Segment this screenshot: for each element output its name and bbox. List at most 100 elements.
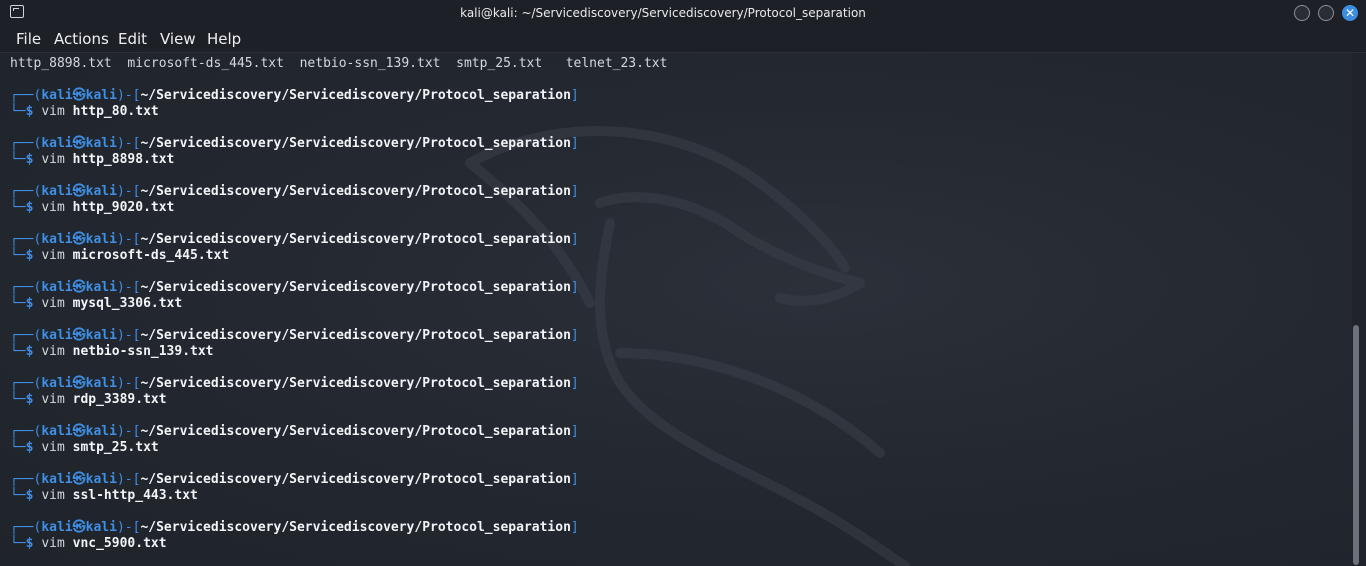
command-argument: smtp_25.txt — [72, 440, 159, 455]
command-argument: rdp_3389.txt — [72, 392, 167, 407]
command-name: vim — [41, 200, 65, 215]
menu-bar: File Actions Edit View Help — [0, 26, 1366, 53]
command-line: └─$ vim netbio-ssn_139.txt — [10, 344, 214, 360]
command-name: vim — [41, 152, 65, 167]
command-name: vim — [41, 104, 65, 119]
command-argument: http_9020.txt — [72, 200, 175, 215]
prompt-path: ~/Servicediscovery/Servicediscovery/Prot… — [140, 88, 571, 103]
command-name: vim — [41, 536, 65, 551]
scrollbar-thumb[interactable] — [1353, 325, 1359, 565]
prompt-dollar: $ — [25, 440, 34, 455]
prompt-dollar: $ — [25, 152, 34, 167]
prompt-corner: ┌──( — [10, 520, 42, 535]
prompt-corner-bottom: └─ — [10, 248, 26, 263]
prompt-at-symbol: ㉿ — [72, 136, 86, 151]
prompt-at-symbol: ㉿ — [72, 472, 86, 487]
prompt-bracket-close: ] — [570, 472, 579, 487]
menu-view[interactable]: View — [160, 26, 196, 52]
prompt-bracket-close: ] — [570, 184, 579, 199]
window-title: kali@kali: ~/Servicediscovery/Servicedis… — [460, 6, 866, 20]
prompt-corner: ┌──( — [10, 376, 42, 391]
prompt-bracket: )-[ — [116, 184, 141, 199]
prompt-dollar: $ — [25, 200, 34, 215]
prompt-host: kali — [85, 472, 117, 487]
prompt-corner: ┌──( — [10, 232, 42, 247]
prompt-at-symbol: ㉿ — [72, 232, 86, 247]
prompt-dollar: $ — [25, 536, 34, 551]
prompt-corner: ┌──( — [10, 280, 42, 295]
command-argument: microsoft-ds_445.txt — [72, 248, 230, 263]
prompt-bracket-close: ] — [570, 520, 579, 535]
prompt-at-symbol: ㉿ — [72, 280, 86, 295]
prompt-user: kali — [41, 232, 73, 247]
command-argument: ssl-http_443.txt — [72, 488, 198, 503]
command-line: └─$ vim http_80.txt — [10, 104, 159, 120]
prompt-path: ~/Servicediscovery/Servicediscovery/Prot… — [140, 280, 571, 295]
prompt-host: kali — [85, 328, 117, 343]
prompt-at-symbol: ㉿ — [72, 424, 86, 439]
prompt-dollar: $ — [25, 104, 34, 119]
prompt-line: ┌──(kali㉿kali)-[~/Servicediscovery/Servi… — [10, 280, 579, 296]
prompt-user: kali — [41, 472, 73, 487]
command-argument: mysql_3306.txt — [72, 296, 183, 311]
terminal-area[interactable]: http_8898.txt microsoft-ds_445.txt netbi… — [0, 53, 1352, 566]
prompt-host: kali — [85, 88, 117, 103]
command-name: vim — [41, 248, 65, 263]
prompt-corner: ┌──( — [10, 184, 42, 199]
command-line: └─$ vim mysql_3306.txt — [10, 296, 182, 312]
command-name: vim — [41, 296, 65, 311]
prompt-user: kali — [41, 280, 73, 295]
command-argument: http_80.txt — [72, 104, 159, 119]
prompt-dollar: $ — [25, 248, 34, 263]
prompt-dollar: $ — [25, 296, 34, 311]
command-line: └─$ vim vnc_5900.txt — [10, 536, 167, 552]
prompt-at-symbol: ㉿ — [72, 184, 86, 199]
prompt-corner: ┌──( — [10, 136, 42, 151]
prompt-dollar: $ — [25, 488, 34, 503]
prompt-corner-bottom: └─ — [10, 296, 26, 311]
prompt-line: ┌──(kali㉿kali)-[~/Servicediscovery/Servi… — [10, 184, 579, 200]
prompt-corner-bottom: └─ — [10, 104, 26, 119]
prompt-line: ┌──(kali㉿kali)-[~/Servicediscovery/Servi… — [10, 88, 579, 104]
prompt-path: ~/Servicediscovery/Servicediscovery/Prot… — [140, 136, 571, 151]
menu-file[interactable]: File — [16, 26, 41, 52]
maximize-button[interactable] — [1318, 5, 1334, 21]
prompt-corner: ┌──( — [10, 424, 42, 439]
prompt-line: ┌──(kali㉿kali)-[~/Servicediscovery/Servi… — [10, 376, 579, 392]
minimize-button[interactable] — [1294, 5, 1310, 21]
prompt-dollar: $ — [25, 344, 34, 359]
prompt-corner: ┌──( — [10, 472, 42, 487]
prompt-line: ┌──(kali㉿kali)-[~/Servicediscovery/Servi… — [10, 136, 579, 152]
prompt-user: kali — [41, 424, 73, 439]
menu-actions[interactable]: Actions — [54, 26, 109, 52]
prompt-bracket: )-[ — [116, 472, 141, 487]
prompt-user: kali — [41, 88, 73, 103]
prompt-corner-bottom: └─ — [10, 440, 26, 455]
prompt-corner-bottom: └─ — [10, 392, 26, 407]
prompt-bracket: )-[ — [116, 424, 141, 439]
prompt-bracket: )-[ — [116, 88, 141, 103]
prompt-path: ~/Servicediscovery/Servicediscovery/Prot… — [140, 184, 571, 199]
prompt-corner-bottom: └─ — [10, 152, 26, 167]
prompt-path: ~/Servicediscovery/Servicediscovery/Prot… — [140, 376, 571, 391]
prompt-bracket: )-[ — [116, 280, 141, 295]
prompt-bracket-close: ] — [570, 424, 579, 439]
prompt-bracket-close: ] — [570, 232, 579, 247]
prompt-path: ~/Servicediscovery/Servicediscovery/Prot… — [140, 232, 571, 247]
prompt-bracket: )-[ — [116, 136, 141, 151]
prompt-line: ┌──(kali㉿kali)-[~/Servicediscovery/Servi… — [10, 232, 579, 248]
prompt-dollar: $ — [25, 392, 34, 407]
prompt-at-symbol: ㉿ — [72, 328, 86, 343]
prompt-bracket-close: ] — [570, 328, 579, 343]
menu-help[interactable]: Help — [207, 26, 241, 52]
prompt-at-symbol: ㉿ — [72, 88, 86, 103]
command-line: └─$ vim http_8898.txt — [10, 152, 174, 168]
prompt-bracket: )-[ — [116, 328, 141, 343]
prompt-host: kali — [85, 280, 117, 295]
command-line: └─$ vim rdp_3389.txt — [10, 392, 167, 408]
ls-output: http_8898.txt microsoft-ds_445.txt netbi… — [10, 56, 668, 71]
menu-edit[interactable]: Edit — [118, 26, 147, 52]
close-button[interactable]: ✕ — [1342, 5, 1358, 21]
prompt-bracket-close: ] — [570, 376, 579, 391]
prompt-at-symbol: ㉿ — [72, 520, 86, 535]
